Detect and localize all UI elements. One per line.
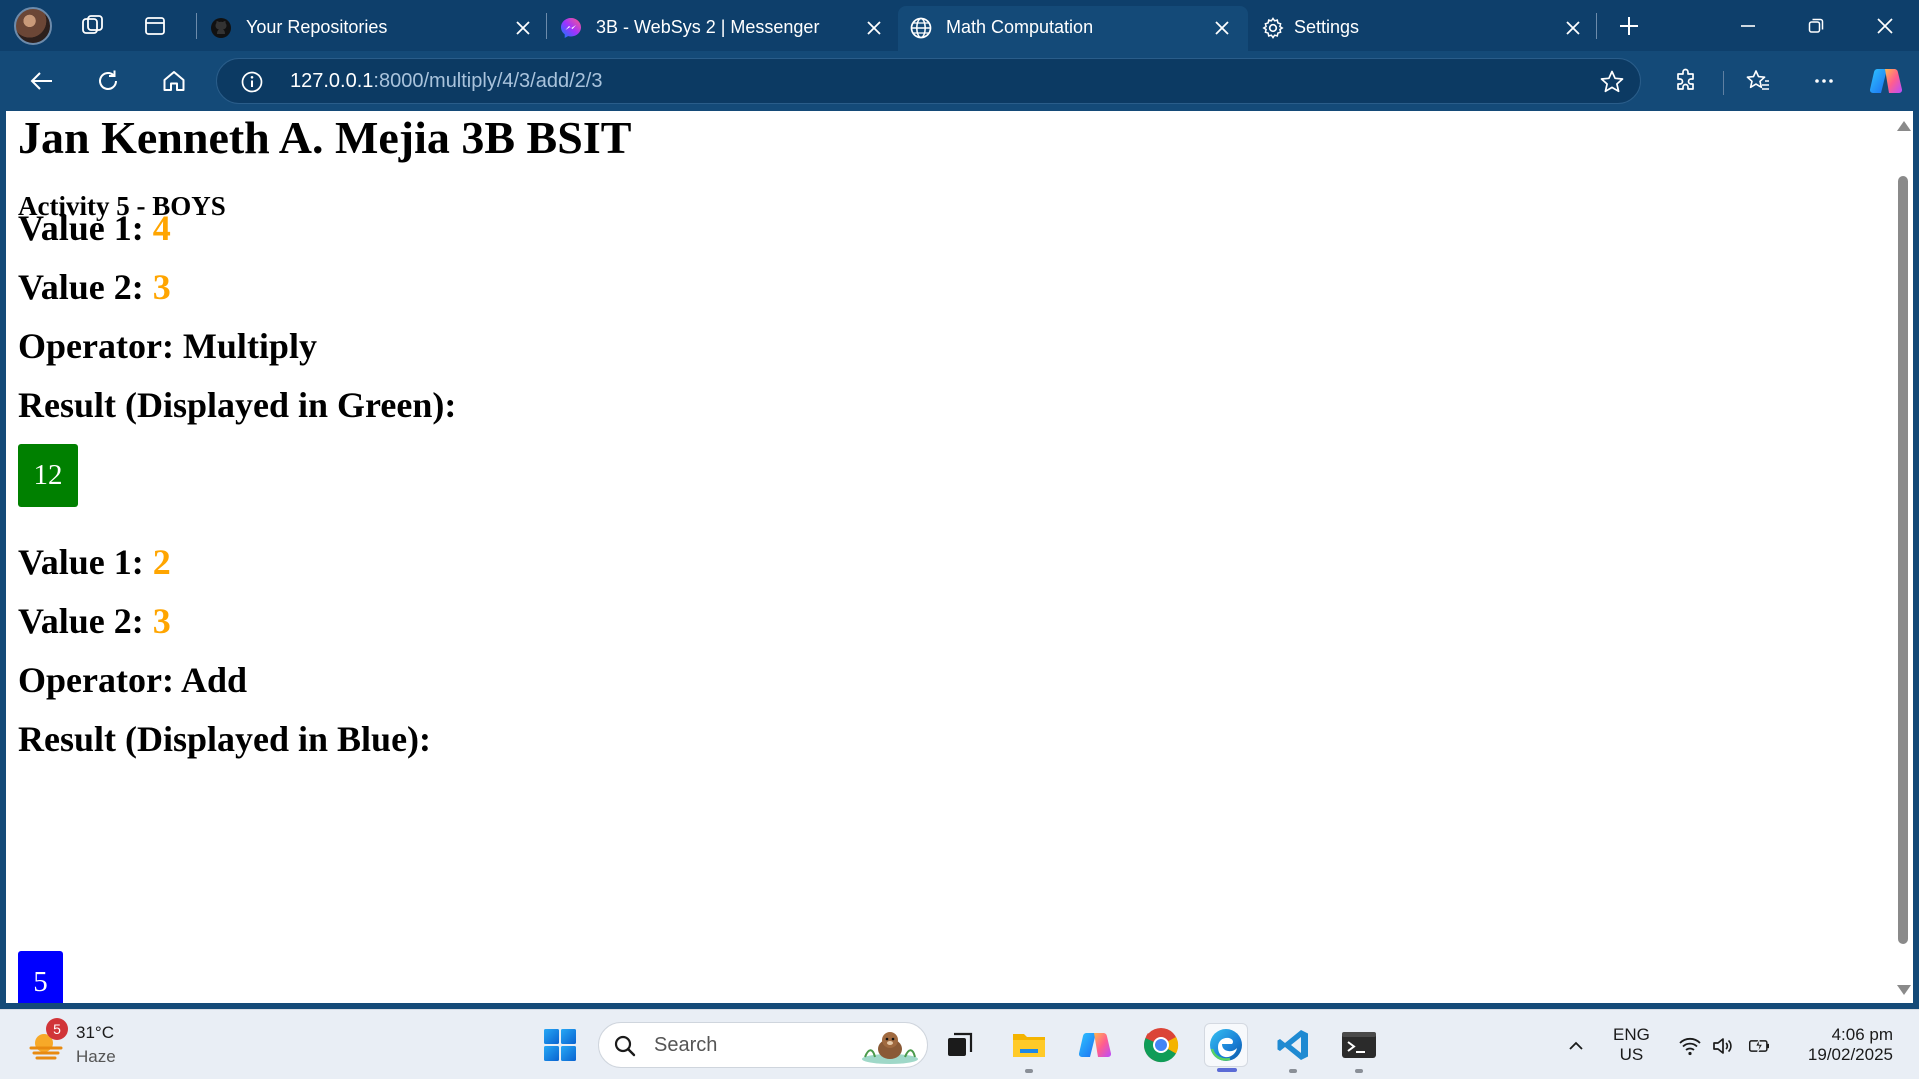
result-green-box: 12 <box>18 444 78 507</box>
operator-line: Operator: Multiply <box>18 326 317 366</box>
messenger-icon <box>558 15 584 41</box>
close-tab-icon[interactable] <box>510 15 536 41</box>
weather-description: Haze <box>76 1047 116 1066</box>
more-options-icon[interactable] <box>1804 63 1844 99</box>
active-indicator <box>1217 1068 1237 1072</box>
window-frame-right <box>1913 111 1919 1006</box>
tab-title: 3B - WebSys 2 | Messenger <box>596 17 820 37</box>
close-tab-icon[interactable] <box>1209 15 1235 41</box>
operator-line: Operator: Add <box>18 660 247 700</box>
scroll-thumb[interactable] <box>1898 176 1908 944</box>
value2: 3 <box>152 267 171 307</box>
running-indicator <box>1355 1069 1363 1073</box>
value2: 3 <box>152 601 171 641</box>
value2-line: Value 2: 3 <box>18 266 171 308</box>
search-label: Search <box>654 1034 718 1056</box>
new-tab-icon[interactable] <box>1612 9 1646 43</box>
show-hidden-icons-chevron-up-icon[interactable] <box>1564 1034 1588 1058</box>
volume-icon[interactable] <box>1711 1034 1735 1058</box>
search-icon <box>614 1035 636 1057</box>
tab-settings[interactable]: Settings <box>1250 6 1598 51</box>
weather-temperature: 31°C <box>76 1023 114 1042</box>
site-info-icon[interactable] <box>239 69 265 95</box>
toolbar-divider <box>1723 71 1724 95</box>
keyboard-region: US <box>1619 1045 1644 1064</box>
windows-taskbar: 5 31°C Haze Search ENG US 4:06 pm 19/02/… <box>0 1009 1919 1079</box>
page-content: Jan Kenneth A. Mejia 3B BSIT Activity 5 … <box>6 111 1906 1003</box>
browser-tab-bar: Your Repositories 3B - WebSys 2 | Messen… <box>0 0 1919 51</box>
task-view-icon[interactable] <box>938 1023 982 1067</box>
tab-math-computation[interactable]: Math Computation <box>898 6 1248 51</box>
favorite-star-icon[interactable] <box>1598 68 1626 96</box>
globe-icon <box>908 15 934 41</box>
value1-label: Value 1: <box>18 208 144 248</box>
running-indicator <box>1289 1069 1297 1073</box>
restore-icon[interactable] <box>1786 6 1846 46</box>
url-text[interactable]: 127.0.0.1:8000/multiply/4/3/add/2/3 <box>290 70 602 93</box>
clock-date: 19/02/2025 <box>1807 1045 1893 1064</box>
value1-line: Value 1: 2 <box>18 541 171 583</box>
value2-label: Value 2: <box>18 601 144 641</box>
value2-line: Value 2: 3 <box>18 600 171 642</box>
chrome-icon[interactable] <box>1139 1023 1183 1067</box>
browser-toolbar: 127.0.0.1:8000/multiply/4/3/add/2/3 <box>0 51 1919 111</box>
tab-title: Settings <box>1294 17 1360 37</box>
favorites-icon[interactable] <box>1738 63 1778 99</box>
copilot-icon[interactable] <box>1866 63 1906 99</box>
terminal-icon[interactable] <box>1337 1023 1381 1073</box>
value1: 2 <box>152 542 171 582</box>
url-path: :8000/multiply/4/3/add/2/3 <box>373 70 603 92</box>
address-bar[interactable]: 127.0.0.1:8000/multiply/4/3/add/2/3 <box>216 58 1641 104</box>
edge-icon[interactable] <box>1204 1023 1248 1072</box>
profile-avatar[interactable] <box>14 7 52 45</box>
tab-title: Your Repositories <box>246 17 388 37</box>
gear-icon <box>1260 15 1286 41</box>
value1-line: Value 1: 4 <box>18 207 171 249</box>
result-label: Result (Displayed in Green): <box>18 385 457 425</box>
refresh-icon[interactable] <box>88 63 128 99</box>
weather-badge: 5 <box>46 1018 68 1040</box>
github-icon <box>208 15 234 41</box>
value2-label: Value 2: <box>18 267 144 307</box>
scroll-up-arrow-icon[interactable] <box>1897 121 1911 131</box>
tab-actions-icon[interactable] <box>138 9 172 43</box>
tab-divider <box>1596 13 1597 39</box>
extensions-icon[interactable] <box>1666 63 1706 99</box>
value1: 4 <box>152 208 171 248</box>
tab-divider <box>546 13 547 39</box>
home-icon[interactable] <box>154 63 194 99</box>
tab-divider <box>196 13 197 39</box>
search-highlight-otter-icon <box>862 1032 918 1064</box>
clock[interactable]: 4:06 pm 19/02/2025 <box>1797 1025 1893 1065</box>
language-code: ENG <box>1613 1025 1650 1044</box>
clock-time: 4:06 pm <box>1831 1025 1893 1044</box>
page-heading: Jan Kenneth A. Mejia 3B BSIT <box>18 112 632 163</box>
running-indicator <box>1025 1069 1033 1073</box>
result-blue-box: 5 <box>18 951 63 1003</box>
input-language[interactable]: ENG US <box>1613 1025 1650 1065</box>
value1-label: Value 1: <box>18 542 144 582</box>
wifi-icon[interactable] <box>1678 1034 1702 1058</box>
taskbar-search[interactable]: Search <box>598 1022 928 1068</box>
vscode-icon[interactable] <box>1271 1023 1315 1073</box>
tab-messenger[interactable]: 3B - WebSys 2 | Messenger <box>548 6 896 51</box>
start-windows-icon[interactable] <box>538 1023 582 1067</box>
back-arrow-icon[interactable] <box>22 63 62 99</box>
battery-charging-icon[interactable] <box>1748 1034 1772 1058</box>
file-explorer-icon[interactable] <box>1007 1023 1051 1073</box>
workspaces-icon[interactable] <box>76 9 110 43</box>
tab-your-repositories[interactable]: Your Repositories <box>198 6 546 51</box>
url-host: 127.0.0.1 <box>290 70 374 92</box>
result-label: Result (Displayed in Blue): <box>18 719 432 759</box>
close-tab-icon[interactable] <box>1560 15 1586 41</box>
scroll-down-arrow-icon[interactable] <box>1897 985 1911 995</box>
close-window-icon[interactable] <box>1855 6 1915 46</box>
close-tab-icon[interactable] <box>861 15 887 41</box>
page-scrollbar[interactable] <box>1893 111 1913 1003</box>
tab-title: Math Computation <box>946 17 1094 37</box>
minimize-icon[interactable] <box>1718 6 1778 46</box>
copilot-app-icon[interactable] <box>1073 1023 1117 1067</box>
